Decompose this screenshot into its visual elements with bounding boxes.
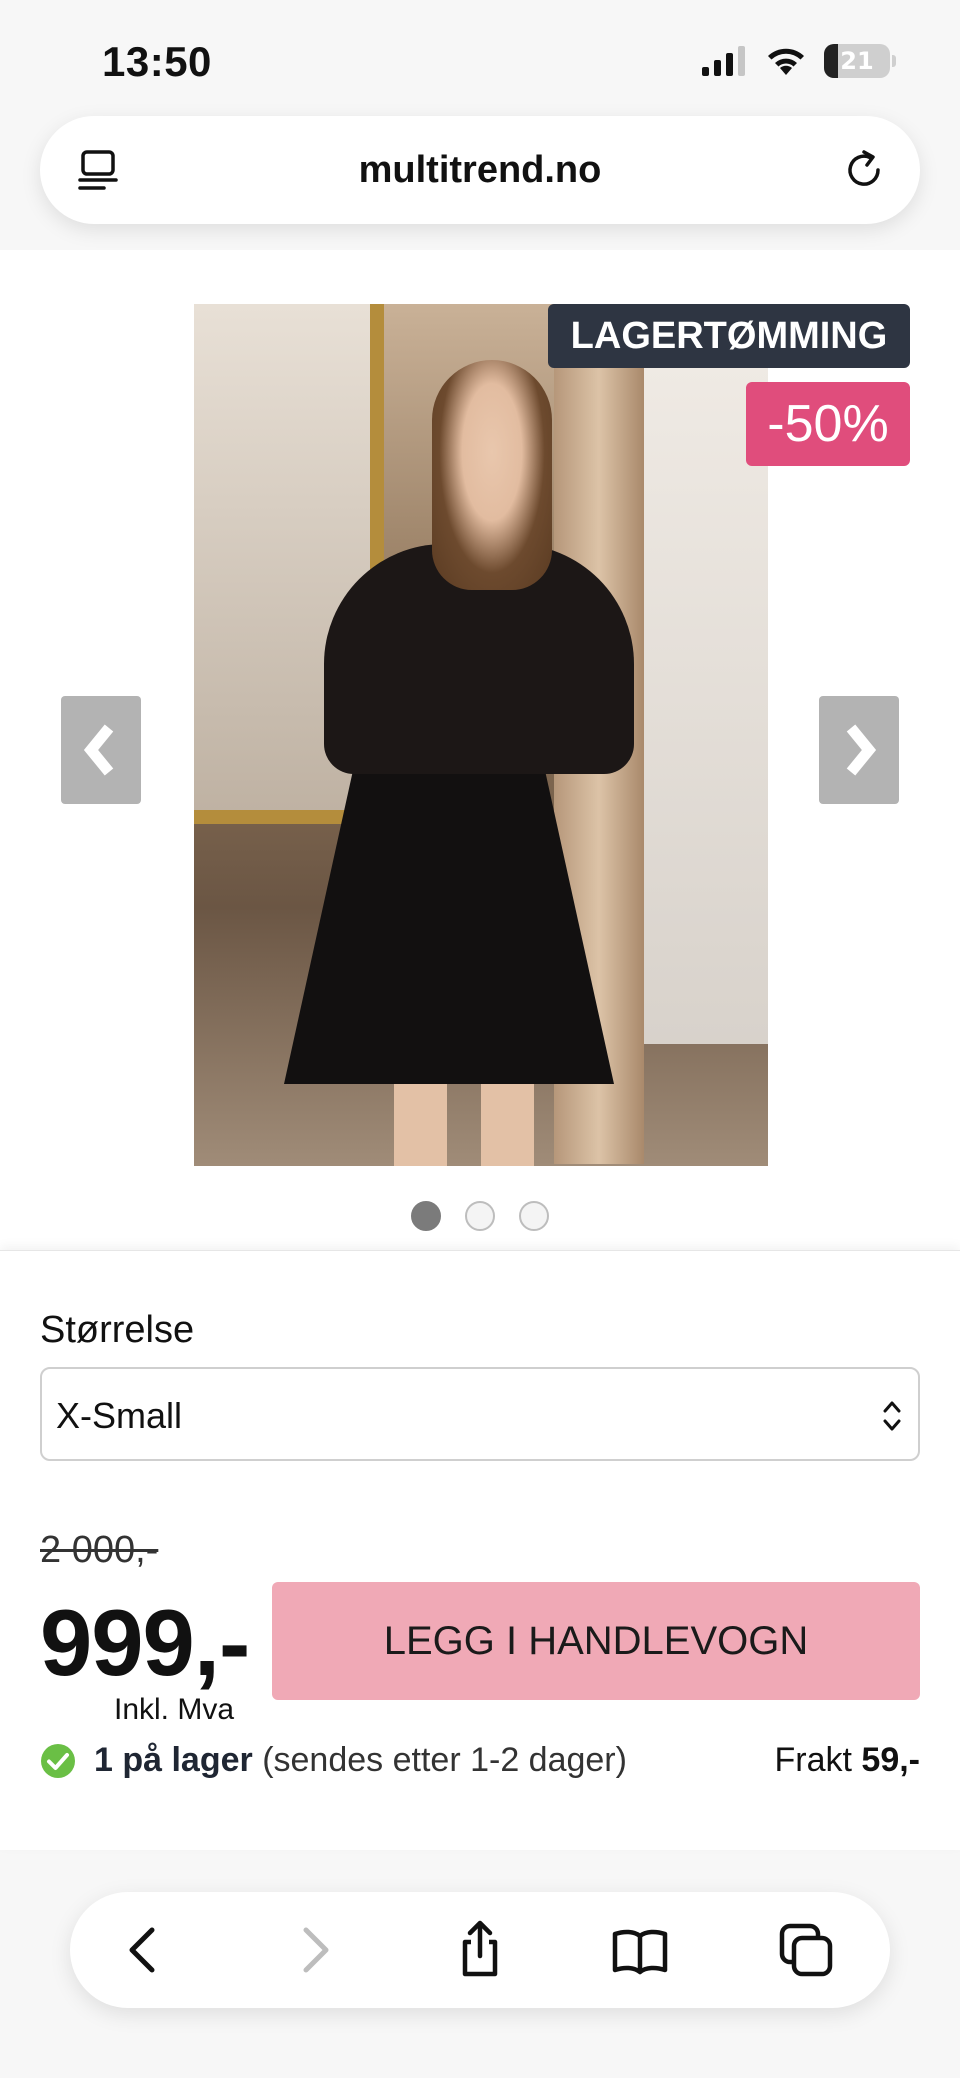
pagination-dot-3[interactable] — [519, 1201, 549, 1231]
size-label: Størrelse — [40, 1309, 195, 1351]
stock-count: 1 på lager — [94, 1741, 253, 1779]
vat-note: Inkl. Mva — [114, 1693, 235, 1726]
url-text[interactable]: multitrend.no — [40, 116, 920, 224]
select-chevrons-icon — [883, 1401, 901, 1431]
back-icon[interactable] — [114, 1920, 174, 1980]
share-icon[interactable] — [450, 1920, 510, 1980]
cellular-signal-icon — [702, 46, 745, 76]
forward-icon[interactable] — [284, 1920, 344, 1980]
pagination-dot-1[interactable] — [411, 1201, 441, 1231]
check-circle-icon — [41, 1743, 75, 1778]
chevron-left-icon — [83, 724, 114, 776]
stock-delivery-note: (sendes etter 1-2 dager) — [262, 1741, 627, 1779]
reload-icon[interactable] — [840, 146, 888, 194]
status-bar: 13:50 21 — [0, 0, 960, 120]
shipping-cost: Frakt 59,- — [775, 1741, 921, 1780]
product-details: Størrelse X-Small 2 000,- 999,- Inkl. Mv… — [0, 1250, 960, 1850]
shipping-label: Frakt — [774, 1741, 852, 1779]
bookmarks-icon[interactable] — [610, 1920, 670, 1980]
wifi-icon — [768, 48, 804, 75]
status-icons: 21 — [700, 44, 896, 78]
stock-status: 1 på lager (sendes etter 1-2 dager) — [40, 1741, 627, 1780]
battery-cap — [892, 55, 896, 67]
size-selected-value[interactable]: X-Small — [56, 1395, 182, 1437]
product-gallery: LAGERTØMMING -50% — [0, 250, 960, 1250]
battery-fill — [824, 44, 838, 78]
previous-image-button[interactable] — [61, 696, 141, 804]
browser-toolbar — [70, 1892, 890, 2008]
clearance-badge: LAGERTØMMING — [548, 304, 910, 368]
image-pagination — [0, 1201, 960, 1231]
product-image[interactable] — [194, 304, 768, 1166]
discount-badge: -50% — [746, 382, 910, 466]
size-select[interactable]: X-Small — [40, 1367, 920, 1461]
chevron-right-icon — [846, 724, 877, 776]
battery-indicator: 21 — [824, 44, 890, 78]
stock-text: 1 på lager (sendes etter 1-2 dager) — [94, 1741, 627, 1780]
next-image-button[interactable] — [819, 696, 899, 804]
sale-price: 999,- — [40, 1590, 250, 1695]
shipping-price: 59,- — [861, 1741, 920, 1779]
image-model-head — [432, 360, 552, 590]
tabs-icon[interactable] — [776, 1920, 836, 1980]
add-to-cart-button[interactable]: LEGG I HANDLEVOGN — [272, 1582, 920, 1700]
battery-level: 21 — [840, 47, 874, 75]
original-price: 2 000,- — [40, 1529, 159, 1571]
status-time: 13:50 — [102, 38, 212, 85]
pagination-dot-2[interactable] — [465, 1201, 495, 1231]
url-bar[interactable]: multitrend.no — [40, 116, 920, 224]
